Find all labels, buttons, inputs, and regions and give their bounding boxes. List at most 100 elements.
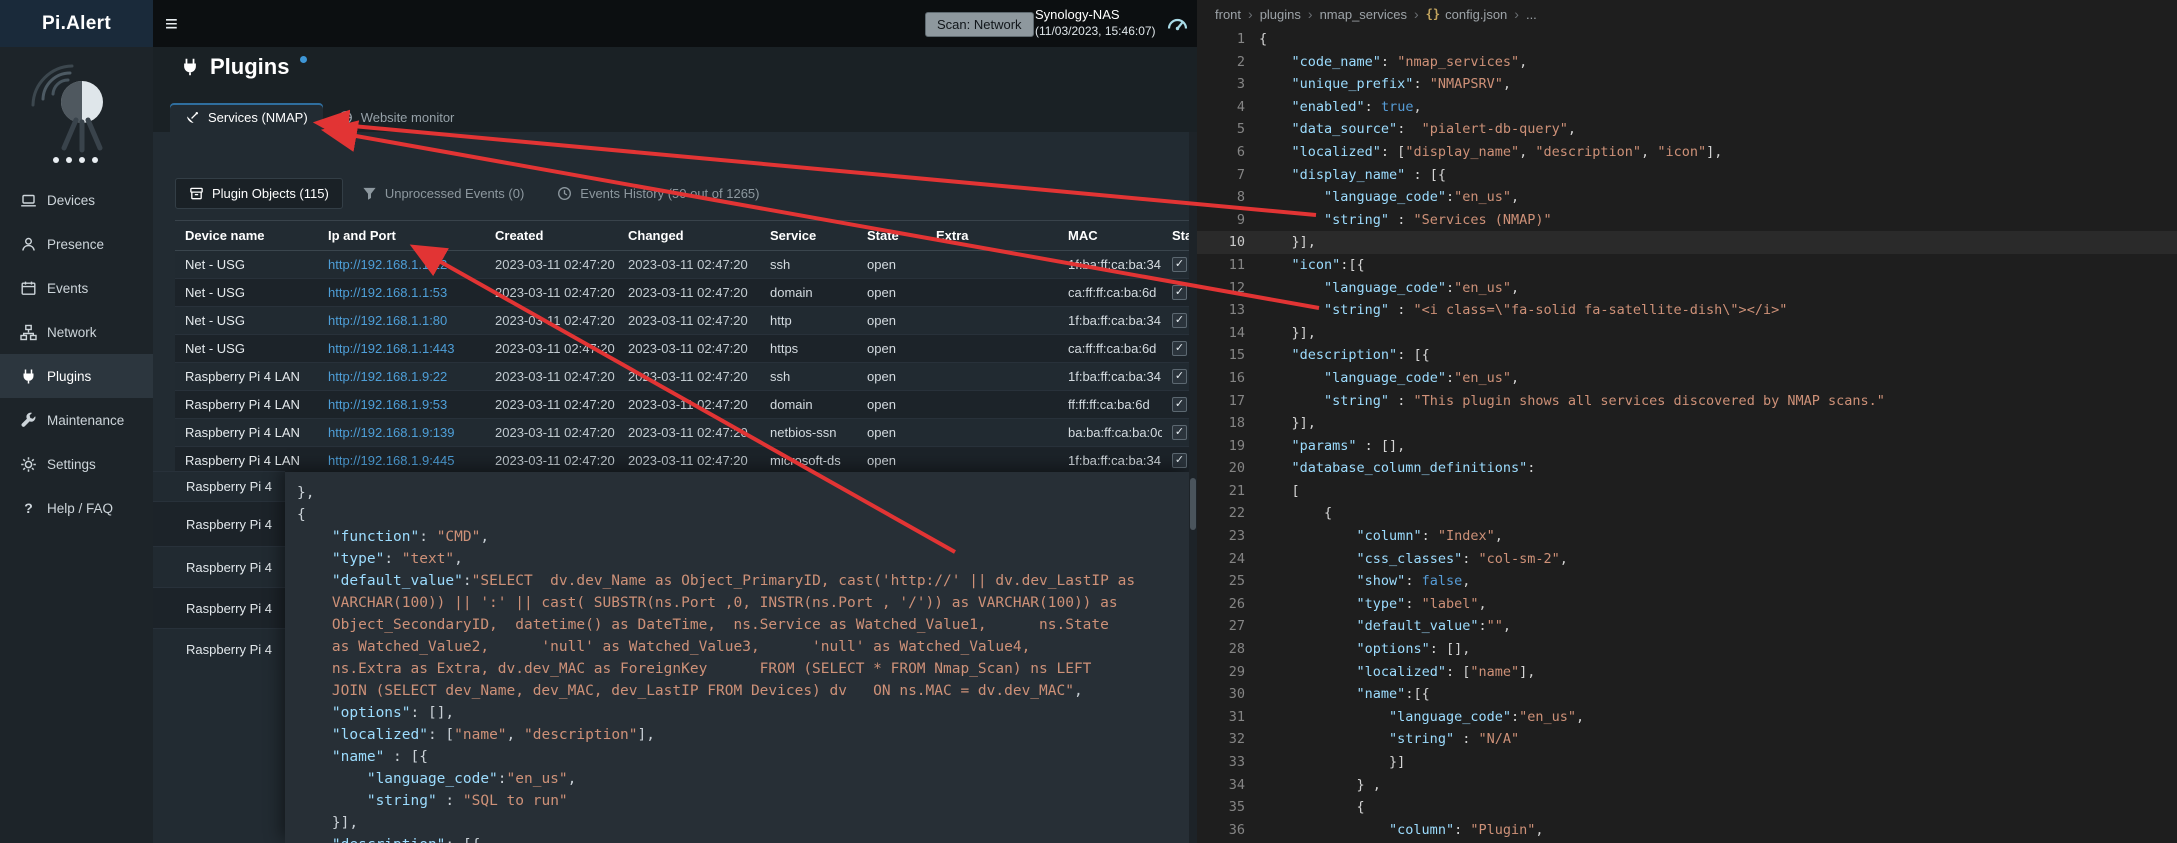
breadcrumb-item[interactable]: front: [1215, 7, 1241, 22]
status-checkbox[interactable]: ✓: [1172, 257, 1187, 272]
status-checkbox[interactable]: ✓: [1172, 453, 1187, 468]
column-header-ip-and-port[interactable]: Ip and Port: [318, 221, 485, 251]
device-port-link[interactable]: http://192.168.1.1:443: [328, 341, 455, 356]
table-row[interactable]: Raspberry Pi 4 LANhttp://192.168.1.9:222…: [175, 363, 1189, 391]
sidebar-item-plugins[interactable]: Plugins: [0, 354, 153, 398]
code-line[interactable]: 22 {: [1197, 502, 2177, 525]
device-port-link[interactable]: http://192.168.1.9:53: [328, 397, 447, 412]
code-line[interactable]: 31 "language_code":"en_us",: [1197, 706, 2177, 729]
code-line[interactable]: 5 "data_source": "pialert-db-query",: [1197, 118, 2177, 141]
table-row-partial[interactable]: Raspberry Pi 4: [153, 546, 285, 587]
tab-services-nmap[interactable]: Services (NMAP): [170, 103, 323, 132]
status-checkbox[interactable]: ✓: [1172, 369, 1187, 384]
breadcrumb-item[interactable]: plugins: [1260, 7, 1301, 22]
status-checkbox[interactable]: ✓: [1172, 425, 1187, 440]
column-header-extra[interactable]: Extra: [926, 221, 1058, 251]
code-line[interactable]: 1{: [1197, 28, 2177, 51]
sidebar-item-settings[interactable]: Settings: [0, 442, 153, 486]
table-row-partial[interactable]: Raspberry Pi 4: [153, 501, 285, 546]
table-row-partial[interactable]: Raspberry Pi 4: [153, 471, 285, 501]
code-line[interactable]: 2 "code_name": "nmap_services",: [1197, 51, 2177, 74]
subtab-events-history-50-out-of-1265[interactable]: Events History (50 out of 1265): [543, 178, 773, 209]
column-header-status[interactable]: Status: [1162, 221, 1189, 251]
device-port-link[interactable]: http://192.168.1.9:445: [328, 453, 455, 468]
code-line[interactable]: 36 "column": "Plugin",: [1197, 819, 2177, 842]
table-row[interactable]: Raspberry Pi 4 LANhttp://192.168.1.9:445…: [175, 447, 1189, 475]
code-line[interactable]: 14 }],: [1197, 322, 2177, 345]
sidebar-item-events[interactable]: Events: [0, 266, 153, 310]
mac-cell: ff:ff:ff:ca:ba:6d: [1058, 391, 1162, 419]
device-port-link[interactable]: http://192.168.1.1:80: [328, 313, 447, 328]
code-line[interactable]: 4 "enabled": true,: [1197, 96, 2177, 119]
column-header-changed[interactable]: Changed: [618, 221, 760, 251]
table-row-partial[interactable]: Raspberry Pi 4: [153, 587, 285, 628]
breadcrumb-item[interactable]: {}config.json: [1426, 7, 1508, 22]
column-header-mac[interactable]: MAC: [1058, 221, 1162, 251]
code-line[interactable]: 24 "css_classes": "col-sm-2",: [1197, 548, 2177, 571]
code-line[interactable]: 19 "params" : [],: [1197, 435, 2177, 458]
breadcrumb-item[interactable]: nmap_services: [1320, 7, 1407, 22]
code-line[interactable]: 6 "localized": ["display_name", "descrip…: [1197, 141, 2177, 164]
code-line[interactable]: 35 {: [1197, 796, 2177, 819]
code-line[interactable]: 23 "column": "Index",: [1197, 525, 2177, 548]
sidebar-item-help-faq[interactable]: ?Help / FAQ: [0, 486, 153, 530]
device-port-link[interactable]: http://192.168.1.1:53: [328, 285, 447, 300]
column-header-device-name[interactable]: Device name: [175, 221, 318, 251]
code-line[interactable]: 13 "string" : "<i class=\"fa-solid fa-sa…: [1197, 299, 2177, 322]
code-line[interactable]: 20 "database_column_definitions":: [1197, 457, 2177, 480]
code-line[interactable]: 8 "language_code":"en_us",: [1197, 186, 2177, 209]
main-scrollbar-thumb[interactable]: [1190, 478, 1196, 530]
status-checkbox[interactable]: ✓: [1172, 313, 1187, 328]
code-line[interactable]: 12 "language_code":"en_us",: [1197, 277, 2177, 300]
code-line[interactable]: 28 "options": [],: [1197, 638, 2177, 661]
code-line[interactable]: 17 "string" : "This plugin shows all ser…: [1197, 390, 2177, 413]
subtab-plugin-objects-115[interactable]: Plugin Objects (115): [175, 178, 343, 209]
subtab-unprocessed-events-0[interactable]: Unprocessed Events (0): [348, 178, 538, 209]
device-port-link[interactable]: http://192.168.1.1:22: [328, 257, 447, 272]
column-header-state[interactable]: State: [857, 221, 926, 251]
main-content: Plugins Services (NMAP)Website monitor P…: [153, 47, 1197, 843]
code-line[interactable]: 7 "display_name" : [{: [1197, 164, 2177, 187]
code-line[interactable]: 3 "unique_prefix": "NMAPSRV",: [1197, 73, 2177, 96]
gauge-icon[interactable]: [1166, 13, 1189, 39]
main-scrollbar[interactable]: [1189, 132, 1197, 843]
device-port-link[interactable]: http://192.168.1.9:139: [328, 425, 455, 440]
table-row-partial[interactable]: Raspberry Pi 4: [153, 628, 285, 670]
code-line[interactable]: 16 "language_code":"en_us",: [1197, 367, 2177, 390]
breadcrumb-item[interactable]: ...: [1526, 7, 1537, 22]
column-header-service[interactable]: Service: [760, 221, 857, 251]
table-row[interactable]: Net - USGhttp://192.168.1.1:802023-03-11…: [175, 307, 1189, 335]
sidebar-item-devices[interactable]: Devices: [0, 178, 153, 222]
code-line[interactable]: 30 "name":[{: [1197, 683, 2177, 706]
code-line[interactable]: 29 "localized": ["name"],: [1197, 661, 2177, 684]
status-checkbox[interactable]: ✓: [1172, 397, 1187, 412]
status-checkbox[interactable]: ✓: [1172, 341, 1187, 356]
code-line[interactable]: 33 }]: [1197, 751, 2177, 774]
code-line[interactable]: 25 "show": false,: [1197, 570, 2177, 593]
status-checkbox[interactable]: ✓: [1172, 285, 1187, 300]
sidebar-item-maintenance[interactable]: Maintenance: [0, 398, 153, 442]
table-row[interactable]: Raspberry Pi 4 LANhttp://192.168.1.9:532…: [175, 391, 1189, 419]
table-row[interactable]: Net - USGhttp://192.168.1.1:222023-03-11…: [175, 251, 1189, 279]
table-row[interactable]: Net - USGhttp://192.168.1.1:4432023-03-1…: [175, 335, 1189, 363]
code-line[interactable]: 11 "icon":[{: [1197, 254, 2177, 277]
sidebar-item-network[interactable]: Network: [0, 310, 153, 354]
code-line[interactable]: 21 [: [1197, 480, 2177, 503]
code-line[interactable]: 18 }],: [1197, 412, 2177, 435]
tab-website-monitor[interactable]: Website monitor: [323, 103, 470, 132]
code-line[interactable]: 34 } ,: [1197, 774, 2177, 797]
column-header-created[interactable]: Created: [485, 221, 618, 251]
table-row[interactable]: Raspberry Pi 4 LANhttp://192.168.1.9:139…: [175, 419, 1189, 447]
code-line[interactable]: 9 "string" : "Services (NMAP)": [1197, 209, 2177, 232]
code-line[interactable]: 27 "default_value":"",: [1197, 615, 2177, 638]
table-row[interactable]: Net - USGhttp://192.168.1.1:532023-03-11…: [175, 279, 1189, 307]
sidebar-item-presence[interactable]: Presence: [0, 222, 153, 266]
app-logo[interactable]: Pi.Alert: [0, 0, 153, 47]
editor-code-area[interactable]: 1{2 "code_name": "nmap_services",3 "uniq…: [1197, 28, 2177, 843]
code-line[interactable]: 10 }],: [1197, 231, 2177, 254]
code-line[interactable]: 26 "type": "label",: [1197, 593, 2177, 616]
code-line[interactable]: 32 "string" : "N/A": [1197, 728, 2177, 751]
device-port-link[interactable]: http://192.168.1.9:22: [328, 369, 447, 384]
code-line[interactable]: 15 "description": [{: [1197, 344, 2177, 367]
menu-toggle-icon[interactable]: ≡: [165, 0, 178, 47]
